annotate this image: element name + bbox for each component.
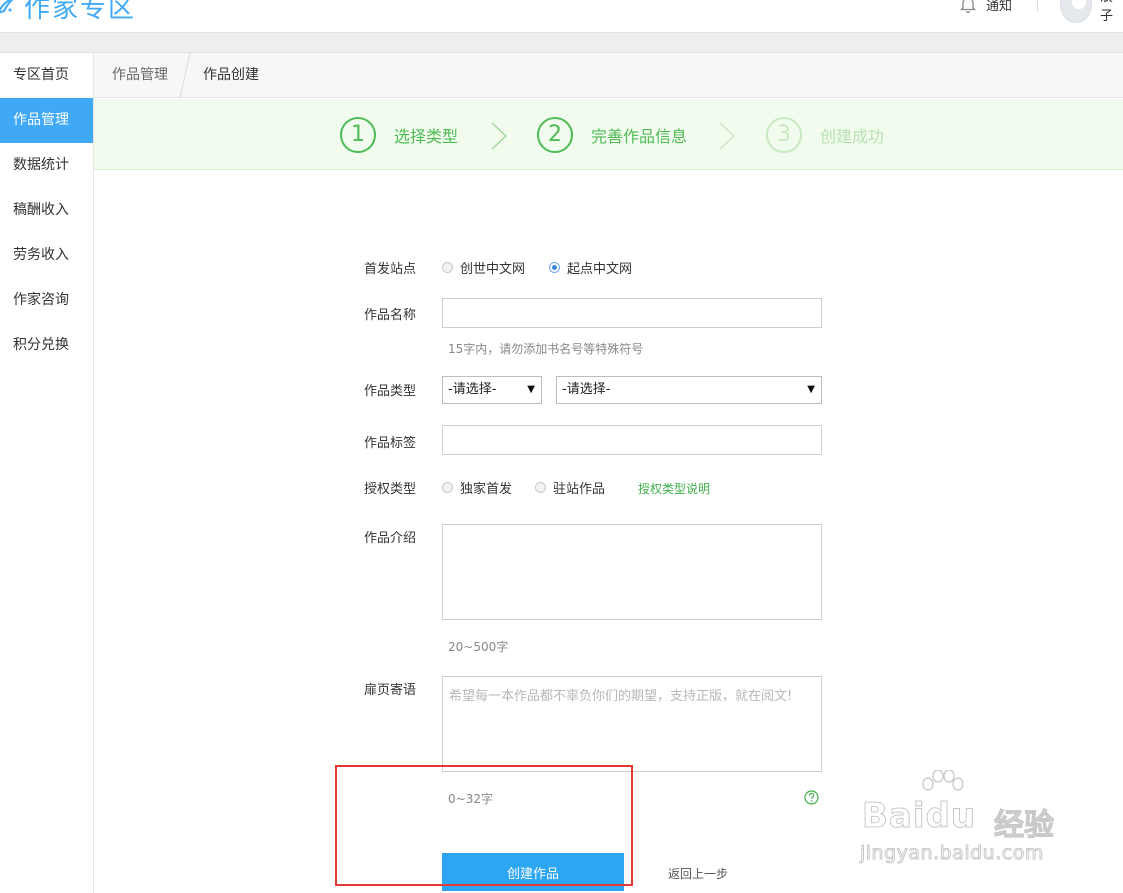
notify-label: 通知 [986,0,1013,14]
radio-label: 驻站作品 [553,482,606,497]
name-label: 作品名称 [364,308,417,323]
radio-license-resident[interactable]: 驻站作品 [535,478,605,497]
sidebar-item-service-income[interactable]: 劳务收入 [0,233,93,278]
step-2: 2 完善作品信息 [537,99,687,170]
user-menu[interactable]: 浪子 [1060,0,1123,24]
question-circle-icon[interactable] [804,790,819,805]
radio-circle-checked[interactable] [549,262,560,273]
tags-input[interactable] [442,425,822,455]
breadcrumb-current: 作品创建 [203,67,259,83]
select-value: -请选择- [562,382,611,397]
sidebar-item-points[interactable]: 积分兑换 [0,323,93,368]
sidebar-item-stats[interactable]: 数据统计 [0,143,93,188]
step-3-number: 3 [766,116,802,153]
license-label: 授权类型 [364,482,417,497]
step-1-label: 选择类型 [394,126,459,146]
step-2-number: 2 [537,116,573,153]
step-indicator: 1 选择类型 2 完善作品信息 3 创建成功 [94,99,1123,170]
step-2-label: 完善作品信息 [591,126,688,146]
notify-button[interactable]: 通知 [958,0,1012,14]
radio-site-chuangshi[interactable]: 创世中文网 [442,258,525,277]
logo[interactable]: 作家专区 [0,0,137,24]
chevron-right-icon [719,122,735,150]
sidebar-item-royalty[interactable]: 稿酬收入 [0,188,93,233]
step-3: 3 创建成功 [766,99,884,170]
quill-logo-icon [0,0,14,14]
watermark-brand: Baidu [861,796,977,837]
watermark-url: jingyan.baidu.com [860,842,1044,865]
step-1-number: 1 [340,116,376,153]
license-info-link[interactable]: 授权类型说明 [638,480,710,497]
select-value: -请选择- [448,382,497,397]
create-work-button[interactable]: 创建作品 [442,853,624,891]
step-1: 1 选择类型 [340,99,458,170]
dedication-textarea[interactable] [442,676,822,772]
name-input[interactable] [442,298,822,328]
radio-circle[interactable] [442,262,453,273]
radio-label: 创世中文网 [460,262,526,277]
type-label: 作品类型 [364,384,417,399]
caret-down-icon: ▼ [807,384,815,395]
breadcrumb-separator [179,53,191,98]
radio-circle[interactable] [442,482,453,493]
back-link[interactable]: 返回上一步 [668,865,728,882]
radio-label: 起点中文网 [567,262,633,277]
sidebar-item-consult[interactable]: 作家咨询 [0,278,93,323]
tags-label: 作品标签 [364,436,417,451]
avatar [1060,0,1093,23]
header-band [0,32,1123,53]
radio-license-exclusive[interactable]: 独家首发 [442,478,512,497]
sidebar: 专区首页 作品管理 数据统计 稿酬收入 劳务收入 作家咨询 积分兑换 [0,53,94,893]
sidebar-item-works[interactable]: 作品管理 [0,98,93,143]
intro-label: 作品介绍 [364,531,417,546]
step-3-label: 创建成功 [820,126,885,146]
bell-icon [959,0,977,14]
dedication-label: 扉页寄语 [364,683,417,698]
header-divider [1037,0,1038,12]
breadcrumb: 作品管理 作品创建 [94,53,1123,98]
watermark: Baidu 经验 jingyan.baidu.com [858,770,1068,870]
dedication-hint: 0~32字 [448,792,493,806]
site-label: 首发站点 [364,262,417,277]
radio-site-qidian[interactable]: 起点中文网 [549,258,632,277]
watermark-suffix: 经验 [994,808,1055,844]
breadcrumb-parent[interactable]: 作品管理 [112,53,168,98]
radio-circle[interactable] [535,482,546,493]
caret-down-icon: ▼ [527,384,535,395]
sidebar-item-home[interactable]: 专区首页 [0,53,93,98]
radio-label: 独家首发 [460,482,513,497]
type-select-primary[interactable]: -请选择- ▼ [442,376,542,404]
name-hint: 15字内，请勿添加书名号等特殊符号 [448,342,644,356]
user-name: 浪子 [1100,0,1114,24]
type-select-secondary[interactable]: -请选择- ▼ [556,376,822,404]
chevron-right-icon [491,122,507,150]
top-header: 作家专区 通知 浪子 [0,0,1123,32]
logo-text: 作家专区 [24,0,137,24]
intro-hint: 20~500字 [448,640,509,654]
intro-textarea[interactable] [442,524,822,620]
